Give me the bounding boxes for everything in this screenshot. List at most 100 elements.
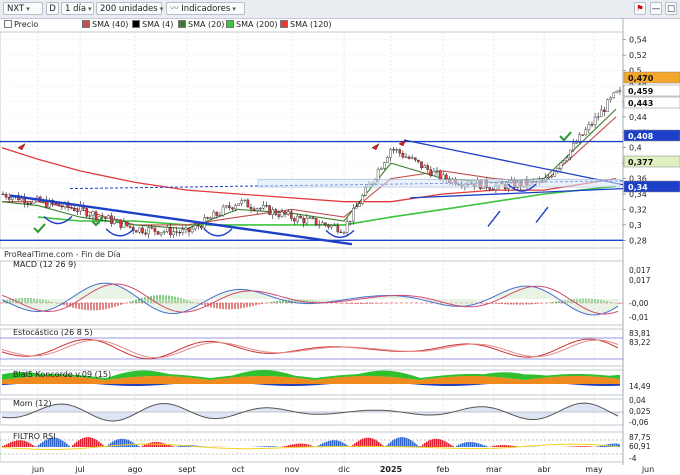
candle-body [122, 221, 126, 228]
rsi-bar [286, 445, 288, 447]
candle-body [364, 186, 368, 196]
koncorde-bar [138, 384, 140, 386]
koncorde-bar [586, 376, 588, 384]
koncorde-bar [114, 375, 116, 379]
koncorde-bar [602, 375, 604, 378]
candle-body [587, 124, 591, 130]
koncorde-bar [148, 376, 150, 384]
koncorde-bar [268, 384, 270, 386]
koncorde-bar [412, 375, 414, 380]
koncorde-bar [402, 372, 404, 379]
candle-body [69, 207, 73, 209]
rsi-bar [598, 446, 600, 447]
koncorde-bar [492, 372, 494, 377]
koncorde-bar [538, 378, 540, 384]
koncorde-bar [524, 379, 526, 384]
koncorde-bar [588, 384, 590, 386]
koncorde-bar [462, 376, 464, 384]
koncorde-bar [492, 376, 494, 384]
rsi-bar [372, 438, 374, 447]
koncorde-bar [368, 376, 370, 384]
rsi-bar [370, 437, 372, 447]
month-tick-label: sept [178, 465, 195, 474]
koncorde-bar [370, 371, 372, 377]
koncorde-bar [294, 384, 296, 386]
koncorde-bar [210, 379, 212, 384]
koncorde-bar [566, 376, 568, 384]
koncorde-bar [320, 379, 322, 384]
koncorde-bar [554, 376, 556, 384]
candle-body [383, 162, 386, 169]
month-tick-label: ago [128, 465, 143, 474]
koncorde-bar [280, 376, 282, 384]
rsi-bar [406, 437, 408, 447]
candle-body [172, 231, 175, 236]
koncorde-bar [216, 377, 218, 380]
koncorde-bar [454, 384, 456, 386]
candle-body [420, 161, 423, 169]
koncorde-bar [286, 377, 288, 384]
koncorde-bar [316, 384, 318, 386]
koncorde-bar [180, 376, 182, 384]
koncorde-bar [202, 379, 204, 384]
koncorde-bar [392, 377, 394, 384]
koncorde-bar [188, 377, 190, 384]
koncorde-bar [518, 379, 520, 384]
koncorde-bar [290, 377, 292, 384]
candle-body [119, 219, 123, 228]
rsi-bar [426, 441, 428, 447]
rsi-tick-label: 60,91 [629, 442, 651, 451]
candle-body [243, 199, 247, 201]
koncorde-bar [376, 370, 378, 377]
rsi-bar [10, 442, 12, 447]
koncorde-bar [618, 384, 620, 386]
koncorde-bar [422, 384, 424, 386]
koncorde-bar [162, 372, 164, 377]
rsi-bar [578, 446, 580, 447]
candle-body [290, 211, 293, 219]
rsi-bar [582, 446, 584, 447]
rsi-bar [330, 440, 332, 447]
koncorde-bar [118, 384, 120, 386]
koncorde-bar [292, 384, 294, 386]
koncorde-bar [154, 376, 156, 384]
koncorde-bar [104, 379, 106, 384]
koncorde-bar [354, 376, 356, 384]
koncorde-bar [270, 370, 272, 377]
koncorde-bar [454, 374, 456, 377]
candle-body [389, 149, 392, 158]
koncorde-bar [322, 377, 324, 380]
candle-body [562, 160, 566, 164]
rsi-bar [142, 445, 144, 447]
koncorde-bar [214, 377, 216, 380]
rsi-bar [412, 441, 414, 447]
koncorde-bar [328, 378, 330, 384]
candle-body [296, 215, 299, 222]
koncorde-bar [222, 376, 224, 379]
koncorde-bar [282, 384, 284, 386]
koncorde-bar [238, 373, 240, 377]
price-badge-label: 0,377 [628, 158, 653, 167]
koncorde-bar [356, 376, 358, 384]
koncorde-bar [480, 384, 482, 385]
koncorde-bar [508, 378, 510, 384]
koncorde-bar [394, 377, 396, 384]
koncorde-bar [126, 384, 128, 386]
koncorde-bar [280, 371, 282, 377]
koncorde-bar [344, 374, 346, 377]
chart-svg[interactable]: jun jul ago sept oct nov dic 2025 feb mar abr may ju… [0, 0, 680, 475]
koncorde-bar [290, 384, 292, 386]
koncorde-bar [110, 384, 112, 386]
koncorde-bar [252, 376, 254, 384]
koncorde-bar [298, 376, 300, 379]
candle-body [187, 227, 191, 233]
rsi-bar [40, 443, 42, 447]
koncorde-bar [554, 374, 556, 377]
candle-body [342, 232, 346, 234]
rsi-bar [468, 441, 470, 447]
koncorde-bar [262, 370, 264, 377]
koncorde-bar [352, 376, 354, 384]
rsi-bar [150, 442, 152, 447]
koncorde-bar [156, 371, 158, 377]
koncorde-bar [278, 384, 280, 386]
